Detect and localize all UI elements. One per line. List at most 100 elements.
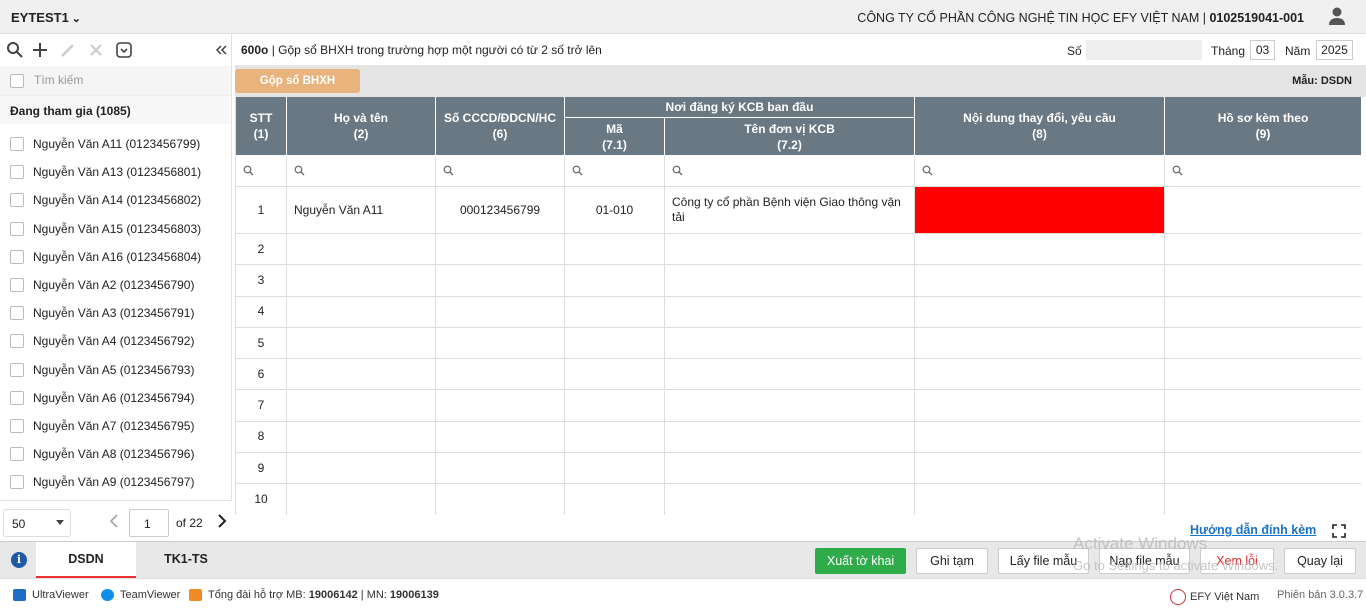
cell-stt[interactable]: 8 xyxy=(236,421,287,453)
cell-stt[interactable]: 3 xyxy=(236,265,287,296)
list-item[interactable]: Nguyễn Văn A4 (0123456792) xyxy=(0,327,232,355)
cell-name[interactable] xyxy=(287,484,436,515)
cell-kcb_unit[interactable] xyxy=(665,296,915,327)
row-checkbox[interactable] xyxy=(10,193,24,208)
row-checkbox[interactable] xyxy=(10,447,24,462)
cell-kcb_unit[interactable]: Công ty cổ phần Bệnh viện Giao thông vận… xyxy=(665,187,915,233)
list-item[interactable]: Nguyễn Văn A2 (0123456790) xyxy=(0,271,232,299)
cell-id[interactable] xyxy=(436,421,565,453)
cell-docs[interactable] xyxy=(1165,297,1361,327)
row-checkbox[interactable] xyxy=(10,221,24,236)
back-button[interactable]: Quay lại xyxy=(1284,548,1356,574)
cell-kcb_code[interactable] xyxy=(565,359,665,390)
select-dropdown-icon[interactable] xyxy=(114,40,134,60)
prev-page-icon[interactable] xyxy=(108,513,120,529)
attachment-guide-link[interactable]: Hướng dẫn đính kèm xyxy=(1190,523,1316,537)
cell-name[interactable] xyxy=(287,421,436,453)
cell-id[interactable] xyxy=(436,265,565,296)
cell-id[interactable] xyxy=(436,484,565,515)
merge-bhxh-button[interactable]: Gộp sổ BHXH xyxy=(235,69,360,93)
edit-icon[interactable] xyxy=(58,40,78,60)
chevron-down-icon[interactable]: ⌄ xyxy=(72,12,81,25)
table-row[interactable]: 6 xyxy=(236,359,1361,391)
month-input[interactable]: 03 xyxy=(1250,40,1275,60)
row-checkbox[interactable] xyxy=(10,249,24,264)
list-item[interactable]: Nguyễn Văn A8 (0123456796) xyxy=(0,440,232,468)
cell-docs[interactable] xyxy=(1165,359,1361,389)
cell-docs[interactable] xyxy=(1165,265,1361,295)
cell-content[interactable] xyxy=(915,421,1165,453)
row-checkbox[interactable] xyxy=(10,165,24,180)
cell-content[interactable] xyxy=(915,359,1165,390)
table-row[interactable]: 9 xyxy=(236,453,1361,485)
row-checkbox[interactable] xyxy=(10,418,24,433)
cell-kcb_unit[interactable] xyxy=(665,327,915,359)
cell-kcb_code[interactable] xyxy=(565,234,665,265)
table-row[interactable]: 3 xyxy=(236,265,1361,297)
cell-stt[interactable]: 6 xyxy=(236,359,287,390)
table-row[interactable]: 1 Nguyễn Văn A11 000123456799 01-010 Công ty… xyxy=(236,187,1361,234)
cell-content[interactable] xyxy=(915,327,1165,359)
cell-stt[interactable]: 7 xyxy=(236,390,287,421)
cell-id[interactable] xyxy=(436,327,565,359)
cell-id[interactable] xyxy=(436,390,565,421)
filter-cell[interactable] xyxy=(915,156,1165,187)
add-icon[interactable] xyxy=(30,40,50,60)
filter-cell[interactable] xyxy=(1165,156,1361,187)
delete-icon[interactable] xyxy=(86,40,106,60)
cell-stt[interactable]: 10 xyxy=(236,484,287,515)
cell-content[interactable] xyxy=(915,187,1165,233)
search-input[interactable]: Tìm kiếm xyxy=(34,73,83,87)
cell-name[interactable]: Nguyễn Văn A11 xyxy=(287,187,436,233)
cell-kcb_code[interactable] xyxy=(565,296,665,327)
row-checkbox[interactable] xyxy=(10,277,24,292)
cell-content[interactable] xyxy=(915,484,1165,515)
info-icon[interactable]: i xyxy=(11,552,27,568)
next-page-icon[interactable] xyxy=(216,513,228,529)
cell-kcb_code[interactable] xyxy=(565,484,665,515)
cell-docs[interactable] xyxy=(1165,484,1361,514)
save-draft-button[interactable]: Ghi tạm xyxy=(916,548,988,574)
get-template-button[interactable]: Lấy file mẫu xyxy=(998,548,1089,574)
table-row[interactable]: 2 xyxy=(236,234,1361,266)
cell-content[interactable] xyxy=(915,265,1165,296)
list-item[interactable]: Nguyễn Văn A13 (0123456801) xyxy=(0,158,232,186)
cell-docs[interactable] xyxy=(1165,328,1361,358)
cell-name[interactable] xyxy=(287,453,436,484)
cell-kcb_unit[interactable] xyxy=(665,421,915,453)
cell-content[interactable] xyxy=(915,234,1165,265)
cell-kcb_unit[interactable] xyxy=(665,390,915,421)
cell-kcb_unit[interactable] xyxy=(665,453,915,484)
page-number-input[interactable]: 1 xyxy=(129,509,169,537)
cell-name[interactable] xyxy=(287,234,436,265)
filter-cell[interactable] xyxy=(287,156,436,187)
app-switcher[interactable]: EYTEST1 ⌄ xyxy=(11,10,81,25)
cell-id[interactable] xyxy=(436,234,565,265)
cell-docs[interactable] xyxy=(1165,422,1361,452)
cell-docs[interactable] xyxy=(1165,187,1361,233)
filter-cell[interactable] xyxy=(665,156,915,187)
view-errors-button[interactable]: Xem lỗi xyxy=(1200,548,1274,574)
cell-stt[interactable]: 4 xyxy=(236,296,287,327)
table-row[interactable]: 7 xyxy=(236,390,1361,422)
table-row[interactable]: 5 xyxy=(236,327,1361,360)
cell-kcb_code[interactable]: 01-010 xyxy=(565,187,665,233)
cell-stt[interactable]: 5 xyxy=(236,327,287,359)
cell-kcb_code[interactable] xyxy=(565,265,665,296)
cell-kcb_unit[interactable] xyxy=(665,359,915,390)
collapse-panel-icon[interactable] xyxy=(214,40,228,60)
list-item[interactable]: Nguyễn Văn A14 (0123456802) xyxy=(0,186,232,214)
teamviewer-link[interactable]: TeamViewer xyxy=(101,589,180,602)
cell-kcb_unit[interactable] xyxy=(665,265,915,296)
app-name[interactable]: EYTEST1 xyxy=(11,10,69,25)
select-all-checkbox[interactable] xyxy=(10,74,24,88)
cell-kcb_code[interactable] xyxy=(565,421,665,453)
cell-stt[interactable]: 1 xyxy=(236,187,287,233)
cell-docs[interactable] xyxy=(1165,453,1361,483)
filter-cell[interactable] xyxy=(436,156,565,187)
row-checkbox[interactable] xyxy=(10,334,24,349)
export-button[interactable]: Xuất tờ khai xyxy=(815,548,906,574)
list-item[interactable]: Nguyễn Văn A5 (0123456793) xyxy=(0,356,232,384)
list-item[interactable]: Nguyễn Văn A16 (0123456804) xyxy=(0,243,232,271)
cell-content[interactable] xyxy=(915,390,1165,421)
